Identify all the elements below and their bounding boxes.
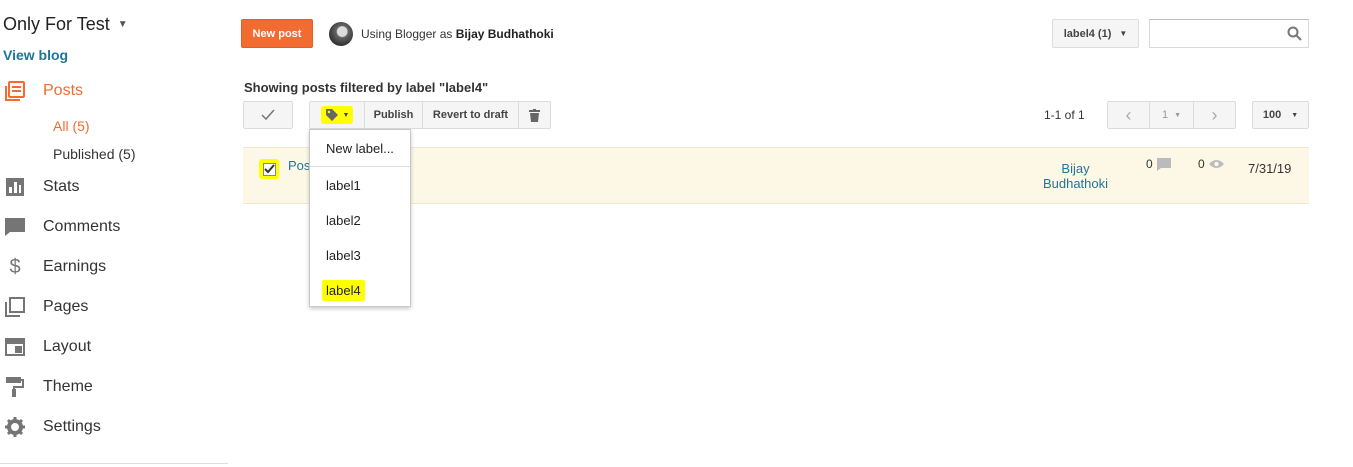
trash-icon bbox=[529, 108, 540, 122]
post-title-link[interactable]: Pos bbox=[288, 158, 310, 173]
label-button[interactable]: ▼ bbox=[309, 101, 365, 129]
views-count: 0 bbox=[1198, 157, 1205, 171]
sidebar-item-earnings[interactable]: $ Earnings bbox=[0, 252, 106, 282]
sidebar-item-label: Comments bbox=[43, 218, 121, 235]
sidebar-item-settings[interactable]: Settings bbox=[0, 412, 101, 442]
pager-count: 1-1 of 1 bbox=[1044, 108, 1085, 122]
sidebar-item-stats[interactable]: Stats bbox=[0, 172, 79, 202]
delete-button[interactable] bbox=[518, 101, 551, 129]
checkbox-box bbox=[262, 162, 276, 176]
post-author-link[interactable]: Bijay Budhathoki bbox=[1033, 161, 1118, 191]
label-filter-dropdown[interactable]: label4 (1) ▼ bbox=[1052, 19, 1139, 48]
caret-down-icon: ▼ bbox=[1119, 29, 1128, 38]
menu-item-label4[interactable]: label4 bbox=[310, 273, 410, 307]
per-page-value: 100 bbox=[1262, 109, 1282, 121]
post-comments-count: 0 bbox=[1146, 157, 1171, 171]
label-button-highlight: ▼ bbox=[320, 106, 354, 124]
check-icon bbox=[261, 109, 275, 121]
menu-item-label2[interactable]: label2 bbox=[310, 203, 410, 237]
search-input[interactable] bbox=[1150, 20, 1280, 47]
post-date: 7/31/19 bbox=[1248, 161, 1292, 176]
caret-down-icon: ▼ bbox=[1174, 111, 1182, 119]
layout-icon bbox=[5, 337, 25, 357]
sidebar-item-theme[interactable]: Theme bbox=[0, 372, 93, 402]
caret-down-icon: ▼ bbox=[117, 19, 128, 30]
blog-title: Only For Test bbox=[3, 14, 110, 34]
check-icon bbox=[263, 164, 275, 174]
search-box[interactable] bbox=[1149, 19, 1309, 48]
sidebar-item-label: Earnings bbox=[43, 258, 107, 275]
label-filter-value: label4 (1) bbox=[1063, 27, 1112, 40]
page-number: 1 bbox=[1161, 109, 1169, 121]
post-views-count: 0 bbox=[1198, 157, 1224, 171]
view-blog-link[interactable]: View blog bbox=[3, 47, 68, 63]
pages-icon bbox=[5, 297, 25, 317]
comments-icon bbox=[5, 217, 25, 237]
tag-icon bbox=[325, 109, 338, 121]
page-select[interactable]: 1 ▼ bbox=[1149, 101, 1194, 129]
stats-icon bbox=[5, 177, 25, 197]
sidebar-item-label: Theme bbox=[43, 378, 93, 395]
menu-item-label1[interactable]: label1 bbox=[310, 168, 410, 202]
sidebar-item-pages[interactable]: Pages bbox=[0, 292, 88, 322]
comment-icon bbox=[1156, 157, 1171, 171]
sidebar-sub-all[interactable]: All (5) bbox=[53, 118, 90, 134]
sidebar-item-label: Pages bbox=[43, 298, 89, 315]
sidebar-item-layout[interactable]: Layout bbox=[0, 332, 91, 362]
menu-item-label: label4 bbox=[322, 279, 365, 301]
per-page-select[interactable]: 100 ▼ bbox=[1252, 101, 1309, 129]
menu-item-label3[interactable]: label3 bbox=[310, 238, 410, 272]
next-page-button[interactable]: › bbox=[1193, 101, 1236, 129]
chevron-left-icon: ‹ bbox=[1125, 104, 1132, 125]
sidebar-item-comments[interactable]: Comments bbox=[0, 212, 120, 242]
new-post-button[interactable]: New post bbox=[241, 19, 313, 48]
paint-roller-icon bbox=[5, 377, 25, 397]
comments-count: 0 bbox=[1146, 157, 1153, 171]
sidebar: Only For Test ▼ View blog Posts All (5) … bbox=[0, 0, 228, 467]
caret-down-icon: ▼ bbox=[342, 111, 350, 119]
search-icon[interactable] bbox=[1287, 26, 1302, 46]
previous-page-button[interactable]: ‹ bbox=[1107, 101, 1150, 129]
menu-item-new-label[interactable]: New label... bbox=[310, 131, 410, 165]
publish-button[interactable]: Publish bbox=[364, 101, 423, 129]
select-all-checkbox-button[interactable] bbox=[243, 101, 293, 129]
filter-heading: Showing posts filtered by label "label4" bbox=[244, 80, 489, 95]
sidebar-item-posts[interactable]: Posts bbox=[0, 76, 83, 106]
sidebar-item-label: Stats bbox=[43, 178, 80, 195]
sidebar-item-label: Settings bbox=[43, 418, 101, 435]
label-menu: New label... label1 label2 label3 label4 bbox=[309, 129, 411, 307]
blog-title-dropdown[interactable]: Only For Test ▼ bbox=[3, 14, 128, 35]
dollar-icon: $ bbox=[9, 255, 21, 278]
chevron-right-icon: › bbox=[1211, 104, 1218, 125]
caret-down-icon: ▼ bbox=[1291, 111, 1299, 119]
sidebar-sub-published[interactable]: Published (5) bbox=[53, 146, 136, 162]
row-checkbox[interactable] bbox=[259, 159, 279, 179]
using-prefix: Using Blogger as bbox=[361, 27, 453, 41]
sidebar-item-label: Layout bbox=[43, 338, 92, 355]
user-name: Bijay Budhathoki bbox=[455, 27, 554, 41]
eye-icon bbox=[1208, 160, 1224, 168]
gear-icon bbox=[5, 417, 25, 437]
menu-divider bbox=[310, 166, 410, 167]
sidebar-divider bbox=[0, 463, 228, 464]
revert-to-draft-button[interactable]: Revert to draft bbox=[422, 101, 519, 129]
sidebar-item-label: Posts bbox=[43, 82, 84, 99]
avatar[interactable] bbox=[329, 22, 353, 46]
posts-icon bbox=[5, 81, 25, 101]
using-blogger-as: Using Blogger as Bijay Budhathoki bbox=[361, 27, 554, 41]
